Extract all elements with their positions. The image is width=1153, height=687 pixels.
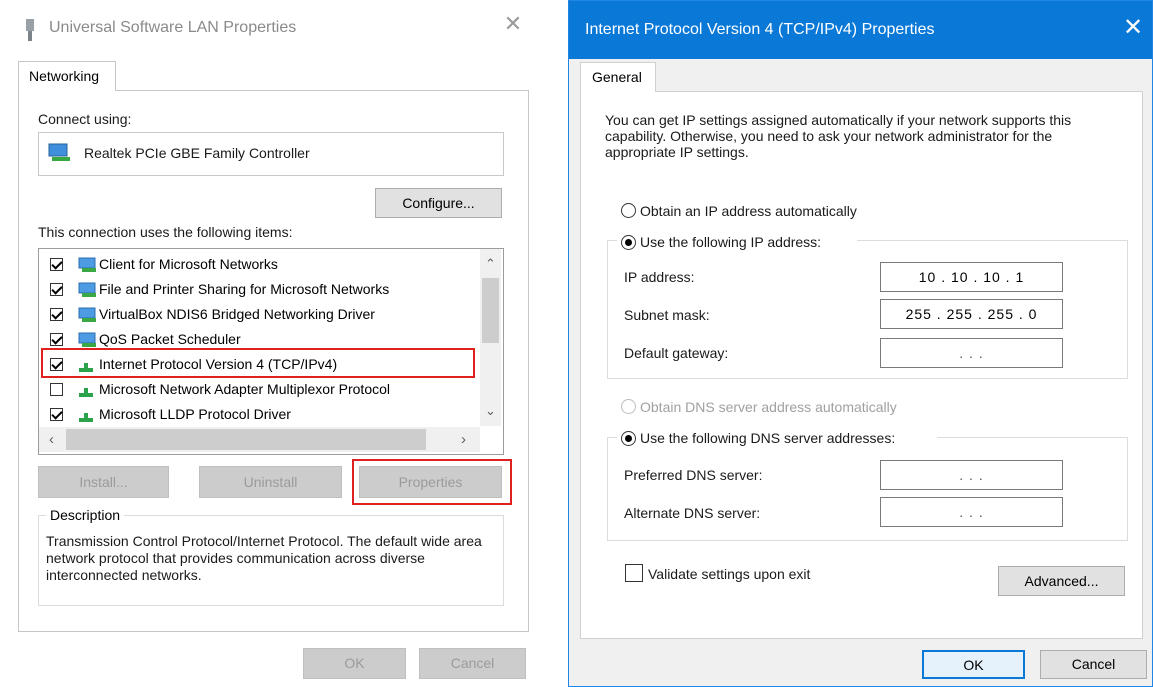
dns-manual-radio[interactable] xyxy=(621,431,636,446)
network-service-icon xyxy=(78,332,96,347)
description-text: Transmission Control Protocol/Internet P… xyxy=(46,533,482,583)
protocol-icon xyxy=(79,413,93,422)
preferred-dns-label: Preferred DNS server: xyxy=(624,467,763,483)
list-item[interactable]: Client for Microsoft Networks xyxy=(39,253,479,278)
network-client-icon xyxy=(78,257,96,272)
tcpip-properties-dialog: Internet Protocol Version 4 (TCP/IPv4) P… xyxy=(568,0,1153,687)
item-label: Client for Microsoft Networks xyxy=(99,256,278,272)
items-label: This connection uses the following items… xyxy=(38,224,293,240)
network-adapter-icon xyxy=(26,19,34,41)
tab-networking[interactable]: Networking xyxy=(18,61,116,91)
uninstall-button[interactable]: Uninstall xyxy=(199,466,342,498)
ip-auto-radio[interactable] xyxy=(621,203,636,218)
alternate-dns-field[interactable]: . . . xyxy=(880,497,1063,527)
item-checkbox[interactable] xyxy=(50,308,63,321)
dns-manual-label: Use the following DNS server addresses: xyxy=(640,430,896,446)
cancel-button[interactable]: Cancel xyxy=(1040,650,1147,679)
connect-using-label: Connect using: xyxy=(38,111,132,127)
list-item[interactable]: VirtualBox NDIS6 Bridged Networking Driv… xyxy=(39,303,479,328)
scroll-up-icon[interactable]: ⌃ xyxy=(480,256,501,272)
subnet-mask-label: Subnet mask: xyxy=(624,307,710,323)
lan-properties-dialog: Universal Software LAN Properties ✕ Netw… xyxy=(0,0,545,687)
intro-text: You can get IP settings assigned automat… xyxy=(605,112,1072,160)
scroll-right-icon[interactable]: › xyxy=(453,431,474,448)
subnet-mask-field[interactable]: 255 . 255 . 255 . 0 xyxy=(880,299,1063,329)
highlight-box xyxy=(352,459,512,505)
description-label: Description xyxy=(46,507,125,523)
item-label: QoS Packet Scheduler xyxy=(99,331,241,347)
network-service-icon xyxy=(78,307,96,322)
default-gateway-label: Default gateway: xyxy=(624,345,729,361)
close-icon[interactable]: ✕ xyxy=(503,13,523,35)
configure-button[interactable]: Configure... xyxy=(375,188,502,218)
protocol-icon xyxy=(79,388,93,397)
left-dialog-title: Universal Software LAN Properties xyxy=(49,19,297,36)
horizontal-scroll-thumb[interactable] xyxy=(66,429,426,450)
ip-manual-radio[interactable] xyxy=(621,235,636,250)
network-service-icon xyxy=(78,282,96,297)
ok-button[interactable]: OK xyxy=(303,648,406,679)
item-label: Microsoft Network Adapter Multiplexor Pr… xyxy=(99,381,390,397)
item-checkbox[interactable] xyxy=(50,408,63,421)
item-checkbox[interactable] xyxy=(50,283,63,296)
ip-address-label: IP address: xyxy=(624,269,695,285)
scroll-left-icon[interactable]: ‹ xyxy=(41,431,62,448)
validate-checkbox[interactable] xyxy=(625,564,643,582)
item-label: Microsoft LLDP Protocol Driver xyxy=(99,406,291,422)
close-icon[interactable]: ✕ xyxy=(1123,15,1143,41)
list-item[interactable]: Microsoft LLDP Protocol Driver xyxy=(39,403,479,428)
network-adapter-icon xyxy=(48,143,70,161)
list-item[interactable]: File and Printer Sharing for Microsoft N… xyxy=(39,278,479,303)
item-label: VirtualBox NDIS6 Bridged Networking Driv… xyxy=(99,306,375,322)
cancel-button[interactable]: Cancel xyxy=(419,648,526,679)
item-label: File and Printer Sharing for Microsoft N… xyxy=(99,281,390,297)
right-dialog-title: Internet Protocol Version 4 (TCP/IPv4) P… xyxy=(585,21,935,38)
advanced-button[interactable]: Advanced... xyxy=(998,566,1125,596)
install-button[interactable]: Install... xyxy=(38,466,169,498)
item-checkbox[interactable] xyxy=(50,383,63,396)
alternate-dns-label: Alternate DNS server: xyxy=(624,505,761,521)
adapter-name: Realtek PCIe GBE Family Controller xyxy=(84,145,310,161)
scroll-down-icon[interactable]: ⌄ xyxy=(480,403,501,419)
ip-manual-label: Use the following IP address: xyxy=(640,234,822,250)
validate-label: Validate settings upon exit xyxy=(648,566,811,582)
dns-auto-radio[interactable] xyxy=(621,399,636,414)
list-item[interactable]: Microsoft Network Adapter Multiplexor Pr… xyxy=(39,378,479,403)
ip-address-field[interactable]: 10 . 10 . 10 . 1 xyxy=(880,262,1063,292)
ok-button[interactable]: OK xyxy=(922,650,1025,679)
item-checkbox[interactable] xyxy=(50,258,63,271)
tab-general[interactable]: General xyxy=(580,62,656,92)
dns-auto-label: Obtain DNS server address automatically xyxy=(640,399,897,415)
preferred-dns-field[interactable]: . . . xyxy=(880,460,1063,490)
item-checkbox[interactable] xyxy=(50,333,63,346)
ip-auto-label: Obtain an IP address automatically xyxy=(640,203,857,219)
highlight-box xyxy=(41,348,475,378)
default-gateway-field[interactable]: . . . xyxy=(880,338,1063,368)
vertical-scroll-thumb[interactable] xyxy=(482,278,499,343)
